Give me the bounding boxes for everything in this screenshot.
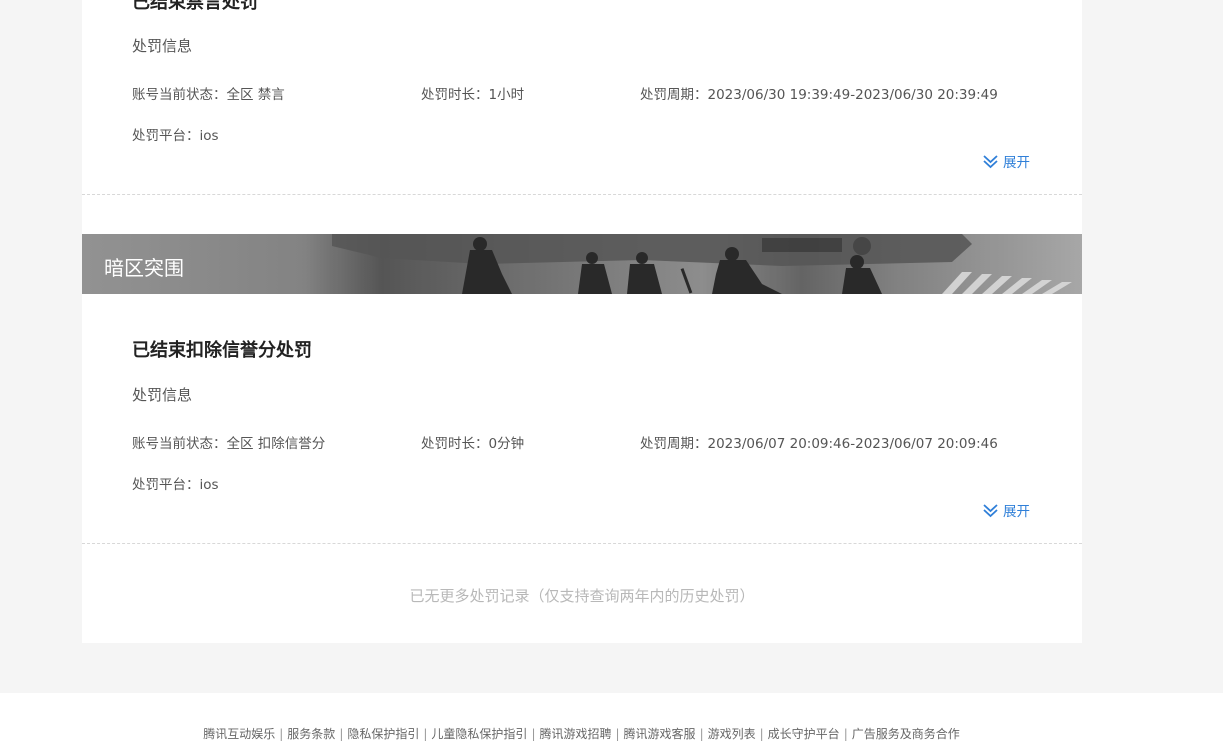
footer-link-customer-service[interactable]: 腾讯游戏客服	[624, 727, 696, 741]
expand-label: 展开	[1003, 504, 1030, 520]
punishment-platform-value: ios	[199, 128, 219, 144]
footer-link-tencent-ied[interactable]: 腾讯互动娱乐	[203, 727, 275, 741]
footer-separator: |	[279, 727, 284, 741]
record-divider	[82, 543, 1082, 544]
expand-button[interactable]: 展开	[982, 151, 1030, 171]
punishment-period-label: 处罚周期：	[640, 436, 708, 452]
footer-separator: |	[615, 727, 620, 741]
footer-link-privacy[interactable]: 隐私保护指引	[347, 727, 419, 741]
punishment-period-label: 处罚周期：	[640, 87, 708, 103]
punishment-platform-label: 处罚平台：	[132, 477, 200, 493]
account-status-label: 账号当前状态：	[132, 87, 227, 103]
punishment-duration: 处罚时长：1小时	[421, 83, 524, 103]
footer-link-children-privacy[interactable]: 儿童隐私保护指引	[431, 727, 527, 741]
footer: 腾讯互动娱乐 | 服务条款 | 隐私保护指引 | 儿童隐私保护指引 | 腾讯游戏招聘 | 腾讯游戏客…	[0, 693, 1223, 745]
game-banner: 暗区突围	[82, 234, 1082, 294]
footer-link-game-list[interactable]: 游戏列表	[708, 727, 756, 741]
account-status-value: 全区 禁言	[226, 87, 285, 103]
double-chevron-down-icon	[983, 504, 998, 518]
footer-link-ad-business[interactable]: 广告服务及商务合作	[852, 727, 960, 741]
footer-separator: |	[759, 727, 764, 741]
punishment-record: 已结束禁言处罚 处罚信息 账号当前状态：全区 禁言 处罚时长：1小时 处罚周期：…	[82, 0, 1082, 194]
soldiers-scene-image	[82, 234, 1082, 294]
expand-label: 展开	[1003, 155, 1030, 171]
account-status-value: 全区 扣除信誉分	[226, 436, 326, 452]
record-title: 已结束扣除信誉分处罚	[132, 340, 312, 361]
record-divider	[82, 194, 1082, 195]
punishment-duration: 处罚时长：0分钟	[421, 432, 524, 452]
footer-separator: |	[339, 727, 344, 741]
punishment-duration-value: 0分钟	[488, 436, 525, 452]
no-more-records-notice: 已无更多处罚记录（仅支持查询两年内的历史处罚）	[409, 587, 755, 605]
punishment-platform: 处罚平台：ios	[132, 124, 219, 144]
expand-button[interactable]: 展开	[982, 500, 1030, 520]
punishment-duration-label: 处罚时长：	[421, 436, 489, 452]
section-label: 处罚信息	[132, 37, 193, 55]
footer-link-growth-guard[interactable]: 成长守护平台	[768, 727, 840, 741]
punishment-platform: 处罚平台：ios	[132, 473, 219, 493]
record-title: 已结束禁言处罚	[132, 0, 258, 13]
footer-separator: |	[699, 727, 704, 741]
game-name: 暗区突围	[104, 256, 184, 280]
punishment-duration-label: 处罚时长：	[421, 87, 489, 103]
punishment-records-card: 已结束禁言处罚 处罚信息 账号当前状态：全区 禁言 处罚时长：1小时 处罚周期：…	[82, 0, 1082, 643]
punishment-record: 已结束扣除信誉分处罚 处罚信息 账号当前状态：全区 扣除信誉分 处罚时长：0分钟…	[82, 294, 1082, 544]
account-status: 账号当前状态：全区 扣除信誉分	[132, 432, 325, 452]
punishment-platform-label: 处罚平台：	[132, 128, 200, 144]
footer-link-terms[interactable]: 服务条款	[287, 727, 335, 741]
footer-separator: |	[423, 727, 428, 741]
footer-separator: |	[531, 727, 536, 741]
footer-separator: |	[843, 727, 848, 741]
punishment-period: 处罚周期：2023/06/07 20:09:46-2023/06/07 20:0…	[640, 432, 998, 452]
double-chevron-down-icon	[983, 155, 998, 169]
punishment-period-value: 2023/06/07 20:09:46-2023/06/07 20:09:46	[707, 436, 998, 452]
account-status-label: 账号当前状态：	[132, 436, 227, 452]
footer-links: 腾讯互动娱乐 | 服务条款 | 隐私保护指引 | 儿童隐私保护指引 | 腾讯游戏招聘 | 腾讯游戏客…	[0, 725, 1163, 742]
punishment-period-value: 2023/06/30 19:39:49-2023/06/30 20:39:49	[707, 87, 998, 103]
account-status: 账号当前状态：全区 禁言	[132, 83, 285, 103]
punishment-platform-value: ios	[199, 477, 219, 493]
section-label: 处罚信息	[132, 386, 193, 404]
punishment-period: 处罚周期：2023/06/30 19:39:49-2023/06/30 20:3…	[640, 83, 998, 103]
punishment-duration-value: 1小时	[488, 87, 525, 103]
footer-link-careers[interactable]: 腾讯游戏招聘	[539, 727, 611, 741]
